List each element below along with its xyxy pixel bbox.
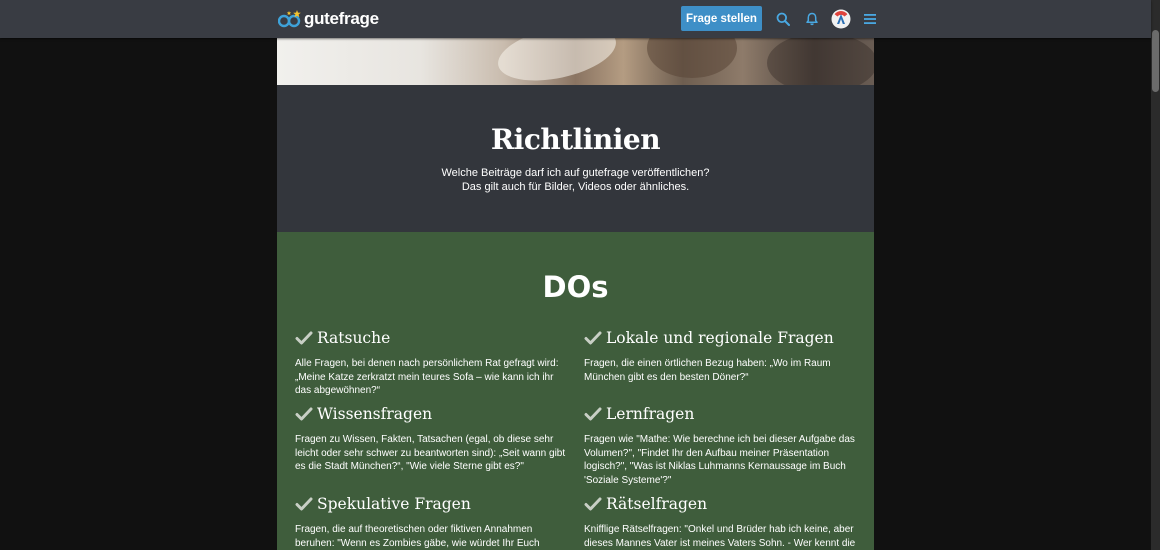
dos-item-description: Knifflige Rätselfragen: "Onkel und Brüde…	[584, 524, 856, 549]
dos-item-description: Fragen zu Wissen, Fakten, Tatsachen (ega…	[295, 434, 566, 472]
dos-item-title: Lernfragen	[606, 405, 695, 423]
dos-item-description: Alle Fragen, bei denen nach persönlichem…	[295, 358, 559, 396]
hero-image	[277, 38, 874, 85]
dos-item-title: Lokale und regionale Fragen	[606, 329, 834, 347]
dos-item-ratsuche: Ratsuche Alle Fragen, bei denen nach per…	[295, 327, 567, 398]
logo-icon	[277, 9, 302, 29]
menu-icon[interactable]	[860, 9, 880, 29]
bell-icon[interactable]	[802, 9, 822, 29]
dos-item-title: Ratsuche	[317, 329, 391, 347]
dos-heading: DOs	[542, 270, 609, 304]
logo-text: gutefrage	[304, 9, 379, 28]
dos-item-description: Fragen wie "Mathe: Wie berechne ich bei …	[584, 434, 855, 486]
search-icon[interactable]	[773, 9, 793, 29]
ask-question-button[interactable]: Frage stellen	[681, 6, 762, 31]
dos-item-raetselfragen: Rätselfragen Knifflige Rätselfragen: "On…	[584, 493, 856, 550]
scrollbar-thumb[interactable]	[1152, 30, 1159, 92]
dos-item-title: Spekulative Fragen	[317, 495, 471, 513]
avatar[interactable]	[831, 9, 851, 29]
dos-item-title: Rätselfragen	[606, 495, 708, 513]
dos-item-description: Fragen, die einen örtlichen Bezug haben:…	[584, 358, 831, 383]
page-scrollbar[interactable]	[1151, 0, 1160, 550]
guidelines-header-section: Richtlinien Welche Beiträge darf ich auf…	[277, 85, 874, 232]
subtitle-line-2: Das gilt auch für Bilder, Videos oder äh…	[461, 181, 690, 193]
checkmark-icon	[295, 330, 313, 346]
main-content: Richtlinien Welche Beiträge darf ich auf…	[277, 38, 874, 550]
checkmark-icon	[584, 330, 602, 346]
checkmark-icon	[584, 406, 602, 422]
page-title: Richtlinien	[490, 123, 661, 156]
checkmark-icon	[584, 496, 602, 512]
subtitle-line-1: Welche Beiträge darf ich auf gutefrage v…	[441, 167, 710, 179]
logo-link[interactable]: gutefrage	[277, 6, 379, 32]
dos-item-title: Wissensfragen	[317, 405, 433, 423]
checkmark-icon	[295, 406, 313, 422]
dos-section: DOs Ratsuche Alle Fragen, bei denen nach…	[277, 232, 874, 550]
dos-item-lokale-fragen: Lokale und regionale Fragen Fragen, die …	[584, 327, 856, 384]
dos-item-spekulative-fragen: Spekulative Fragen Fragen, die auf theor…	[295, 493, 567, 550]
checkmark-icon	[295, 496, 313, 512]
dos-item-wissensfragen: Wissensfragen Fragen zu Wissen, Fakten, …	[295, 403, 567, 474]
top-navigation-bar: gutefrage Frage stellen	[0, 0, 1151, 38]
dos-item-lernfragen: Lernfragen Fragen wie "Mathe: Wie berech…	[584, 403, 856, 487]
dos-item-description: Fragen, die auf theoretischen oder fikti…	[295, 524, 540, 549]
